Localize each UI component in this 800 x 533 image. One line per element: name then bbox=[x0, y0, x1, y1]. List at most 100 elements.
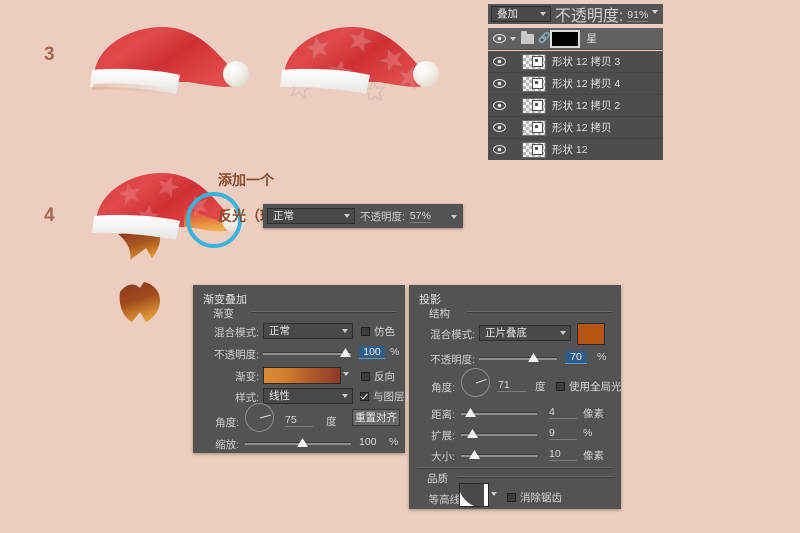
checkbox-icon[interactable] bbox=[361, 327, 370, 336]
chevron-down-icon bbox=[344, 214, 350, 218]
chevron-down-icon[interactable] bbox=[491, 492, 497, 496]
table-row[interactable]: 形状 12 bbox=[488, 139, 663, 160]
shadow-opacity-slider[interactable] bbox=[479, 353, 557, 365]
gradient-opacity-slider[interactable] bbox=[263, 348, 351, 360]
eye-icon[interactable] bbox=[488, 79, 510, 88]
gradient-scale-value[interactable]: 100 bbox=[359, 436, 377, 448]
layers-blend-mode-select[interactable]: 叠加 bbox=[491, 6, 551, 22]
drop-shadow-panel[interactable]: 投影 结构 混合模式: 正片叠底 不透明度: 70 % 角度: 71 度 使用全… bbox=[409, 285, 622, 509]
shadow-angle-unit: 度 bbox=[535, 381, 546, 393]
shadow-spread-unit: % bbox=[583, 427, 593, 439]
link-icon[interactable]: 🔗 bbox=[538, 33, 550, 44]
layer-opacity-value: 57% bbox=[409, 210, 431, 223]
global-light-checkbox[interactable]: 使用全局光 bbox=[556, 379, 622, 394]
table-row[interactable]: 形状 12 拷贝 bbox=[488, 117, 663, 139]
divider bbox=[457, 476, 613, 478]
shadow-distance-slider[interactable] bbox=[461, 408, 537, 420]
step-number-3: 3 bbox=[44, 44, 55, 65]
table-row[interactable]: 形状 12 拷贝 4 bbox=[488, 73, 663, 95]
shadow-angle-value[interactable]: 71 bbox=[498, 379, 526, 392]
shadow-size-value[interactable]: 10 bbox=[549, 448, 577, 461]
gradient-opacity-value[interactable]: 100 bbox=[359, 346, 385, 359]
layer-blend-mode-select[interactable]: 正常 bbox=[267, 208, 355, 224]
shadow-angle-label: 角度: bbox=[431, 382, 455, 394]
divider bbox=[417, 467, 613, 469]
antialias-checkbox[interactable]: 消除锯齿 bbox=[507, 490, 562, 505]
layer-name: 形状 12 拷贝 3 bbox=[552, 56, 621, 68]
gradient-scale-slider[interactable] bbox=[245, 438, 351, 450]
angle-dial[interactable] bbox=[245, 403, 274, 432]
shadow-color-swatch[interactable] bbox=[577, 323, 605, 345]
shadow-spread-slider[interactable] bbox=[461, 429, 537, 441]
shadow-opacity-label: 不透明度: bbox=[430, 354, 475, 366]
gradient-blend-mode-label: 混合模式: bbox=[214, 327, 259, 339]
layers-panel[interactable]: 叠加 不透明度: 91% 🔗 星 形状 12 拷贝 3 形状 12 拷贝 4 形… bbox=[488, 4, 663, 162]
shadow-distance-value[interactable]: 4 bbox=[549, 406, 577, 419]
layer-name: 形状 12 拷贝 4 bbox=[552, 78, 621, 90]
gradient-section-label: 渐变 bbox=[213, 308, 234, 320]
layer-thumbnail[interactable] bbox=[522, 97, 546, 114]
eye-icon[interactable] bbox=[488, 145, 510, 154]
global-light-label: 使用全局光 bbox=[569, 381, 622, 393]
layer-name: 形状 12 拷贝 bbox=[552, 122, 612, 134]
step-number-4: 4 bbox=[44, 205, 55, 226]
chevron-down-icon[interactable] bbox=[343, 372, 349, 376]
layer-thumbnail[interactable] bbox=[522, 53, 546, 70]
antialias-label: 消除锯齿 bbox=[520, 492, 562, 504]
layer-thumbnail[interactable] bbox=[522, 119, 546, 136]
table-row[interactable]: 形状 12 拷贝 3 bbox=[488, 51, 663, 73]
checkbox-icon[interactable] bbox=[556, 382, 565, 391]
layer-thumbnail[interactable] bbox=[522, 75, 546, 92]
gradient-angle-label: 角度: bbox=[215, 417, 239, 429]
vector-mask-icon bbox=[532, 55, 543, 67]
santa-hat-stars bbox=[278, 26, 458, 100]
layer-opacity-field[interactable]: 57% bbox=[409, 210, 459, 223]
layers-opacity-value: 91% bbox=[627, 9, 649, 22]
slider-track bbox=[479, 357, 557, 360]
checkbox-icon[interactable] bbox=[361, 372, 370, 381]
layers-opacity-field[interactable]: 91% bbox=[627, 5, 660, 23]
shadow-blend-mode-select[interactable]: 正片叠底 bbox=[479, 325, 571, 341]
gradient-angle-value[interactable]: 75 bbox=[285, 414, 313, 427]
drop-shadow-title: 投影 bbox=[419, 294, 441, 306]
shadow-opacity-value[interactable]: 70 bbox=[565, 351, 587, 364]
contour-thumbnail[interactable] bbox=[459, 483, 489, 507]
dither-checkbox[interactable]: 仿色 bbox=[361, 324, 395, 339]
eye-icon[interactable] bbox=[488, 123, 510, 132]
gradient-blend-mode-select[interactable]: 正常 bbox=[263, 323, 353, 339]
gradient-style-select[interactable]: 线性 bbox=[263, 388, 353, 404]
layer-row-group[interactable]: 🔗 星 bbox=[488, 28, 663, 50]
angle-dial[interactable] bbox=[461, 368, 490, 397]
shadow-blend-mode-value: 正片叠底 bbox=[485, 327, 527, 339]
annotation-text: 添加一个 反光（环境色） bbox=[218, 153, 316, 243]
eye-icon[interactable] bbox=[488, 101, 510, 110]
reverse-checkbox[interactable]: 反向 bbox=[361, 369, 395, 384]
layer-blend-bar[interactable]: 正常 不透明度: 57% bbox=[263, 204, 463, 228]
chevron-down-icon[interactable] bbox=[652, 10, 658, 14]
folder-icon bbox=[521, 30, 534, 44]
slider-track bbox=[263, 352, 351, 355]
gradient-swatch[interactable] bbox=[263, 367, 341, 384]
shadow-opacity-unit: % bbox=[597, 351, 607, 363]
reset-align-button[interactable]: 重置对齐 bbox=[352, 409, 400, 426]
gradient-opacity-label: 不透明度: bbox=[214, 349, 259, 361]
chevron-down-icon bbox=[539, 12, 546, 16]
checkbox-icon[interactable] bbox=[360, 392, 369, 401]
vector-mask-icon bbox=[532, 143, 543, 155]
table-row[interactable]: 形状 12 拷贝 2 bbox=[488, 95, 663, 117]
layer-mask-thumbnail[interactable] bbox=[550, 29, 581, 48]
chevron-down-icon bbox=[560, 331, 566, 335]
shadow-spread-value[interactable]: 9 bbox=[549, 427, 577, 440]
chevron-down-icon bbox=[342, 329, 348, 333]
vector-mask-icon bbox=[532, 77, 543, 89]
divider bbox=[467, 311, 612, 313]
vector-mask-icon bbox=[532, 99, 543, 111]
eye-icon[interactable] bbox=[488, 57, 510, 66]
eye-icon[interactable] bbox=[488, 34, 510, 43]
chevron-down-icon[interactable] bbox=[510, 36, 516, 41]
shadow-size-slider[interactable] bbox=[461, 450, 537, 462]
layer-thumbnail[interactable] bbox=[522, 141, 546, 158]
checkbox-icon[interactable] bbox=[507, 493, 516, 502]
chevron-down-icon[interactable] bbox=[451, 215, 457, 219]
gradient-overlay-panel[interactable]: 渐变叠加 渐变 混合模式: 正常 仿色 不透明度: 100 % 渐变: 反向 样 bbox=[193, 285, 426, 453]
